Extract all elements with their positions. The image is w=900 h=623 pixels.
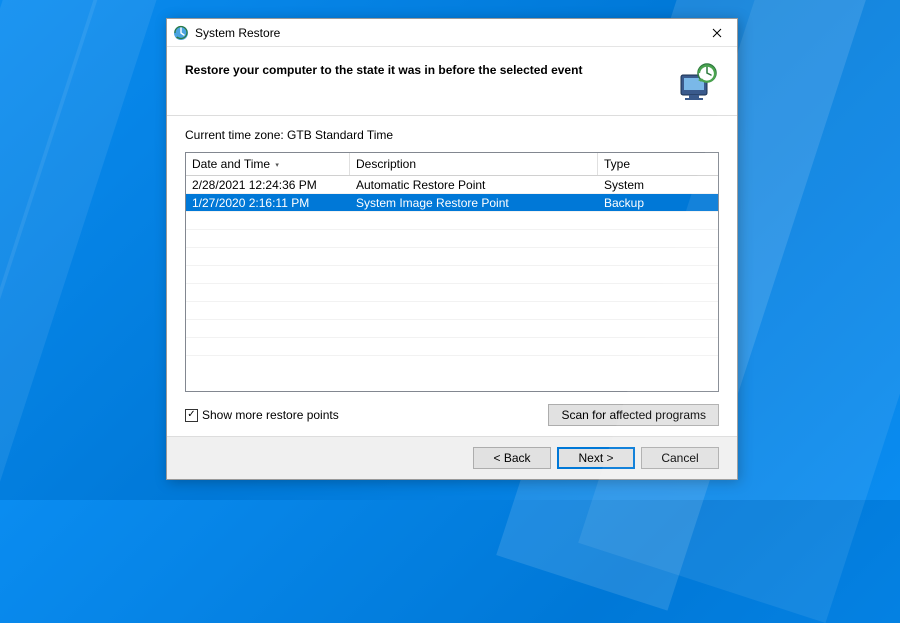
- table-row-empty: [186, 284, 718, 302]
- column-header-date[interactable]: Date and Time ▾: [186, 153, 350, 175]
- table-row[interactable]: 1/27/2020 2:16:11 PM System Image Restor…: [186, 194, 718, 212]
- cancel-button[interactable]: Cancel: [641, 447, 719, 469]
- table-row-empty: [186, 266, 718, 284]
- table-body: 2/28/2021 12:24:36 PM Automatic Restore …: [186, 176, 718, 356]
- titlebar: System Restore: [167, 19, 737, 47]
- table-row-empty: [186, 248, 718, 266]
- page-heading: Restore your computer to the state it wa…: [185, 61, 663, 77]
- sort-indicator-icon: ▾: [275, 162, 279, 169]
- show-more-checkbox[interactable]: ✓ Show more restore points: [185, 408, 339, 422]
- content-area: Current time zone: GTB Standard Time Dat…: [167, 116, 737, 436]
- header-pane: Restore your computer to the state it wa…: [167, 47, 737, 115]
- scan-affected-button[interactable]: Scan for affected programs: [548, 404, 719, 426]
- checkbox-icon: ✓: [185, 409, 198, 422]
- table-row[interactable]: 2/28/2021 12:24:36 PM Automatic Restore …: [186, 176, 718, 194]
- system-restore-icon: [173, 25, 189, 41]
- column-header-date-label: Date and Time: [192, 157, 270, 171]
- back-button[interactable]: < Back: [473, 447, 551, 469]
- checkbox-label: Show more restore points: [202, 408, 339, 422]
- table-row-empty: [186, 302, 718, 320]
- restore-points-table: Date and Time ▾ Description Type 2/28/20…: [185, 152, 719, 392]
- restore-hero-icon: [675, 61, 719, 105]
- table-row-empty: [186, 338, 718, 356]
- table-row-empty: [186, 320, 718, 338]
- window-title: System Restore: [195, 26, 697, 40]
- close-button[interactable]: [697, 19, 737, 47]
- timezone-label: Current time zone: GTB Standard Time: [185, 128, 719, 142]
- cell-date: 2/28/2021 12:24:36 PM: [186, 176, 350, 193]
- table-row-empty: [186, 230, 718, 248]
- system-restore-window: System Restore Restore your computer to …: [166, 18, 738, 480]
- column-header-type[interactable]: Type: [598, 153, 718, 175]
- cell-date: 1/27/2020 2:16:11 PM: [186, 194, 350, 211]
- next-button[interactable]: Next >: [557, 447, 635, 469]
- cell-type: Backup: [598, 194, 718, 211]
- wizard-footer: < Back Next > Cancel: [167, 436, 737, 479]
- cell-description: System Image Restore Point: [350, 194, 598, 211]
- column-header-description[interactable]: Description: [350, 153, 598, 175]
- table-header: Date and Time ▾ Description Type: [186, 153, 718, 176]
- table-row-empty: [186, 212, 718, 230]
- cell-description: Automatic Restore Point: [350, 176, 598, 193]
- cell-type: System: [598, 176, 718, 193]
